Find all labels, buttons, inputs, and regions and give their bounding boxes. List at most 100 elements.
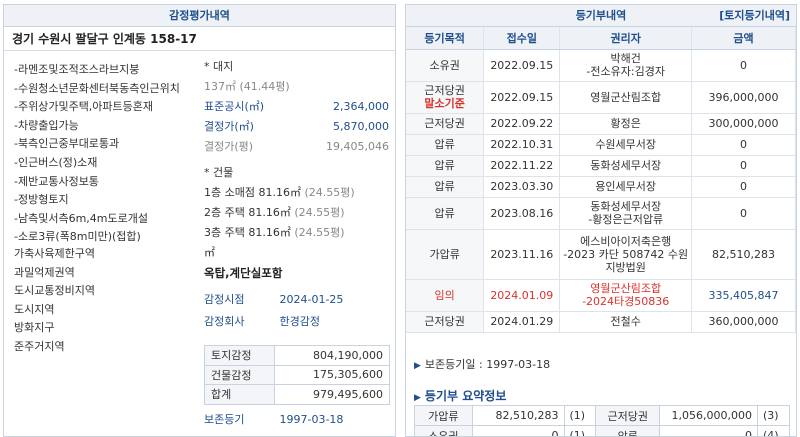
official-price-label: 표준공시(㎡): [204, 100, 265, 113]
zone-item: 과밀억제권역: [14, 265, 75, 279]
appraisal-header: 감정평가내역: [4, 5, 395, 27]
registry-holder: 동화성세무서장 -황정은근저압류: [559, 197, 693, 230]
table-row: 압류 2022.10.31 수원세무서장 0: [406, 134, 796, 156]
column-header: 권리자: [559, 27, 693, 50]
registry-holder: 영월군산림조합: [559, 81, 693, 114]
zone-item: 도시교통정비지역: [14, 284, 95, 297]
unit-label: ㎡: [204, 246, 215, 259]
summary-value: 82,510,283: [471, 405, 565, 426]
feature-item: -제반교통사정보통: [14, 174, 99, 188]
decided-pyeong: 19,405,046: [326, 140, 389, 153]
land-area: 137㎡: [204, 80, 236, 93]
registry-date: 2022.09.22: [483, 113, 561, 135]
table-row: 근저당권 2022.09.22 황정은 300,000,000: [406, 113, 796, 135]
registry-purpose: 임의: [406, 279, 485, 312]
registry-amount: 0: [691, 176, 796, 198]
registry-date: 2024.01.09: [483, 279, 561, 312]
registry-holder: 동화성세무서장: [559, 155, 693, 177]
registry-purpose: 가압류: [406, 229, 485, 280]
summary-label: 합계: [204, 384, 275, 405]
registry-holder: 수원세무서장: [559, 134, 693, 156]
registry-amount: 0: [691, 49, 796, 82]
zone-list: 가축사육제한구역 과밀억제권역 도시교통정비지역 도시지역 방화지구 준주거지역: [14, 245, 199, 356]
summary-label: 압류: [595, 425, 661, 436]
summary-value: 0: [659, 425, 758, 436]
preservation-label: 보존등기: [204, 413, 245, 426]
feature-item: -라멘조및조적조스라브지붕: [14, 63, 140, 76]
appraisal-date-label: 감정시점: [204, 293, 245, 306]
building-floor: 2층 주택: [204, 206, 245, 219]
summary-count: (3): [757, 405, 790, 426]
table-row: 압류 2023.08.16 동화성세무서장 -황정은근저압류 0: [406, 197, 796, 230]
decided-pyeong-row: 결정가(평) 19,405,046: [204, 137, 389, 157]
summary-value: 979,495,600: [274, 384, 390, 405]
appraisal-panel: 감정평가내역 경기 수원시 팔달구 인계동 158-17 -라멘조및조적조스라브…: [3, 4, 396, 437]
cancellation-basis-badge: 말소기준: [424, 97, 465, 110]
summary-label: 건물감정: [204, 364, 275, 385]
registry-purpose: 근저당권: [406, 113, 485, 135]
registry-amount: 396,000,000: [691, 81, 796, 114]
registry-summary-table: 가압류 82,510,283 (1) 근저당권 1,056,000,000 (3…: [414, 405, 790, 436]
feature-item: -주위상가및주택,아파트등혼재: [14, 100, 154, 114]
property-address: 경기 수원시 팔달구 인계동 158-17: [4, 27, 395, 51]
feature-item: -차량출입가능: [14, 118, 79, 132]
land-registry-link[interactable]: [토지등기내역]: [719, 5, 790, 27]
table-header-row: 등기목적 접수일 권리자 금액: [406, 27, 796, 50]
feature-list: -라멘조및조적조스라브지붕 -수원청소년문화센터북동측인근위치 -주위상가및주택…: [14, 61, 199, 247]
building-area: 81.16㎡: [258, 186, 301, 199]
registry-purpose: 소유권: [406, 49, 485, 82]
feature-item: -수원청소년문화센터북동측인근위치: [14, 81, 180, 95]
building-pyeong: (24.55평): [304, 186, 355, 199]
triangle-bullet-icon: ▶: [414, 393, 421, 403]
land-title: * 대지: [204, 60, 234, 73]
building-title: * 건물: [204, 166, 234, 179]
appraisal-date: 2024-01-25: [279, 293, 344, 306]
feature-item: -정방형토지: [14, 193, 69, 207]
registry-amount: 360,000,000: [691, 311, 796, 333]
registry-date: 2022.10.31: [483, 134, 561, 156]
registry-purpose: 압류: [406, 176, 485, 198]
registry-holder: 용인세무서장: [559, 176, 693, 198]
registry-amount: 300,000,000: [691, 113, 796, 135]
table-row: 합계 979,495,600: [204, 384, 390, 405]
column-header: 접수일: [483, 27, 561, 50]
table-row: 가압류 2023.11.16 에스비아이저축은행 -2023 카단 508742 …: [406, 229, 796, 280]
summary-count: (1): [563, 425, 597, 436]
table-row: 건물감정 175,305,600: [204, 364, 390, 385]
registry-amount: 0: [691, 155, 796, 177]
registry-holder: 에스비아이저축은행 -2023 카단 508742 수원지방법원: [559, 229, 693, 280]
summary-value: 175,305,600: [274, 364, 390, 385]
table-row: 소유권 2022.09.15 박해건 -전소유자:김경자 0: [406, 49, 796, 82]
appraisal-date-row: 감정시점 2024-01-25: [204, 289, 389, 311]
registry-amount: 82,510,283: [691, 229, 796, 280]
registry-date: 2023.03.30: [483, 176, 561, 198]
preservation-note: ▶ 보존등기일 : 1997-03-18: [414, 358, 551, 371]
registry-holder: 황정은: [559, 113, 693, 135]
registry-amount: 0: [691, 134, 796, 156]
registry-date: 2022.09.15: [483, 81, 561, 114]
feature-item: -북측인근중부대로통과: [14, 137, 120, 151]
table-row: 소유권 0 (1) 압류 0 (4): [414, 425, 790, 436]
registry-table: 등기목적 접수일 권리자 금액 소유권 2022.09.15 박해건 -전소유자:…: [406, 27, 796, 333]
summary-value: 1,056,000,000: [659, 405, 758, 426]
included-note: 옥탑,계단실포함: [204, 266, 283, 280]
registry-holder: 전철수: [559, 311, 693, 333]
zone-item: 준주거지역: [14, 339, 65, 353]
summary-label: 가압류: [414, 405, 473, 426]
summary-value: 0: [471, 425, 565, 436]
registry-date: 2023.11.16: [483, 229, 561, 280]
appraisal-company-label: 감정회사: [204, 315, 245, 328]
table-row: 임의 2024.01.09 영월군산림조합 -2024타경50836 335,40…: [406, 279, 796, 312]
valuation-details: * 대지 137㎡ (41.44평) 표준공시(㎡) 2,364,000 결정가…: [204, 57, 389, 333]
registry-purpose: 근저당권: [406, 311, 485, 333]
column-header: 금액: [691, 27, 796, 50]
building-row: 3층 주택 81.16㎡ (24.55평): [204, 223, 389, 243]
registry-purpose: 압류: [406, 155, 485, 177]
building-pyeong: (24.55평): [294, 226, 345, 239]
registry-title: 등기부내역: [575, 9, 627, 22]
land-area-pyeong: (41.44평): [239, 80, 290, 93]
building-pyeong: (24.55평): [294, 206, 345, 219]
summary-label: 토지감정: [204, 345, 275, 366]
feature-item: -남측및서측6m,4m도로개설: [14, 211, 148, 225]
registry-header: 등기부내역 [토지등기내역]: [406, 5, 796, 27]
